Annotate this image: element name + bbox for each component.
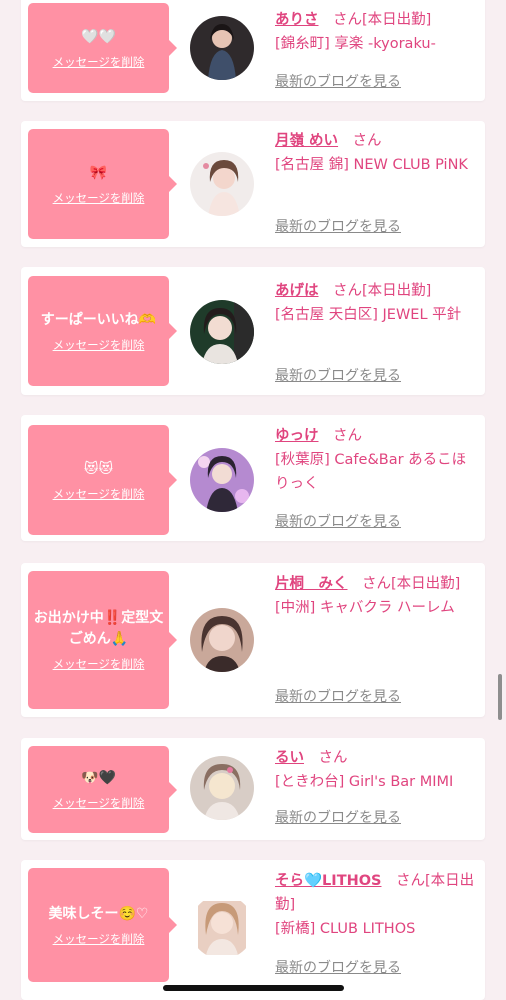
latest-blog-link[interactable]: 最新のブログを見る	[275, 512, 401, 532]
cast-info: ありさ さん[本日出勤] [錦糸町] 享楽 -kyoraku-	[275, 8, 479, 56]
avatar[interactable]	[190, 16, 254, 80]
shop-info: [新橋] CLUB LITHOS	[275, 921, 416, 937]
latest-blog-link[interactable]: 最新のブログを見る	[275, 808, 401, 828]
cast-status: さん[本日出勤]	[318, 12, 432, 28]
message-card: お出かけ中‼️定型文ごめん🙏 メッセージを削除 片桐 みく さん[本日出勤] […	[21, 563, 485, 717]
cast-status: さん	[304, 750, 348, 766]
shop-info: [錦糸町] 享楽 -kyoraku-	[275, 36, 436, 52]
cast-info: あげは さん[本日出勤] [名古屋 天白区] JEWEL 平針	[275, 279, 479, 327]
message-card: 🎀 メッセージを削除 月嶺 めい さん [名古屋 錦] NEW CLUB PiN…	[21, 121, 485, 247]
cast-name-link[interactable]: ありさ	[275, 12, 319, 28]
avatar[interactable]	[190, 608, 254, 672]
cast-name-link[interactable]: 片桐 みく	[275, 576, 348, 592]
message-bubble: 🎀 メッセージを削除	[28, 129, 177, 239]
shop-info: [名古屋 錦] NEW CLUB PiNK	[275, 157, 468, 173]
latest-blog-link[interactable]: 最新のブログを見る	[275, 366, 401, 386]
delete-message-link[interactable]: メッセージを削除	[53, 54, 145, 70]
message-text: すーぱーいいね🫶	[40, 311, 157, 328]
message-text: 🤍🤍	[81, 28, 116, 45]
cast-info: るい さん [ときわ台] Girl's Bar MIMI	[275, 746, 479, 794]
message-bubble: 美味しそー☺️♡ メッセージを削除	[28, 868, 177, 982]
cast-name-link[interactable]: あげは	[275, 283, 319, 299]
message-text: 美味しそー☺️♡	[48, 905, 149, 922]
scrollbar[interactable]	[498, 674, 502, 720]
cast-info: 片桐 みく さん[本日出勤] [中洲] キャバクラ ハーレム	[275, 572, 479, 620]
shop-info: [名古屋 天白区] JEWEL 平針	[275, 307, 462, 323]
latest-blog-link[interactable]: 最新のブログを見る	[275, 687, 401, 707]
cast-info: そら🩵LITHOS さん[本日出勤] [新橋] CLUB LITHOS	[275, 869, 479, 941]
delete-message-link[interactable]: メッセージを削除	[53, 931, 145, 947]
message-card: 😻😻 メッセージを削除 ゆっけ さん [秋葉原] Cafe&Bar あるこほりっ…	[21, 415, 485, 541]
avatar[interactable]	[190, 756, 254, 820]
shop-info: [秋葉原] Cafe&Bar あるこほりっく	[275, 452, 467, 492]
cast-status: さん	[338, 133, 382, 149]
message-bubble: 🐶🖤 メッセージを削除	[28, 746, 177, 833]
latest-blog-link[interactable]: 最新のブログを見る	[275, 217, 401, 237]
cast-name-link[interactable]: そら🩵LITHOS	[275, 873, 381, 889]
latest-blog-link[interactable]: 最新のブログを見る	[275, 72, 401, 92]
home-indicator	[163, 985, 344, 991]
shop-info: [中洲] キャバクラ ハーレム	[275, 600, 455, 616]
delete-message-link[interactable]: メッセージを削除	[53, 795, 145, 811]
avatar[interactable]	[190, 152, 254, 216]
cast-name-link[interactable]: ゆっけ	[275, 428, 319, 444]
shop-info: [ときわ台] Girl's Bar MIMI	[275, 774, 454, 790]
delete-message-link[interactable]: メッセージを削除	[53, 656, 145, 672]
message-text: お出かけ中‼️定型文ごめん🙏	[33, 610, 164, 647]
message-bubble: 😻😻 メッセージを削除	[28, 425, 177, 535]
delete-message-link[interactable]: メッセージを削除	[53, 190, 145, 206]
message-bubble: すーぱーいいね🫶 メッセージを削除	[28, 276, 177, 386]
message-card: 🤍🤍 メッセージを削除 ありさ さん[本日出勤] [錦糸町] 享楽 -kyora…	[21, 0, 485, 101]
cast-status: さん[本日出勤]	[318, 283, 432, 299]
cast-status: さん	[318, 428, 362, 444]
cast-status: さん[本日出勤]	[347, 576, 461, 592]
message-bubble: お出かけ中‼️定型文ごめん🙏 メッセージを削除	[28, 571, 177, 709]
avatar[interactable]	[190, 895, 254, 959]
message-card: 🐶🖤 メッセージを削除 るい さん [ときわ台] Girl's Bar MIMI…	[21, 738, 485, 840]
delete-message-link[interactable]: メッセージを削除	[53, 486, 145, 502]
cast-name-link[interactable]: るい	[275, 750, 304, 766]
message-bubble: 🤍🤍 メッセージを削除	[28, 3, 177, 93]
message-card: 美味しそー☺️♡ メッセージを削除 そら🩵LITHOS さん[本日出勤] [新橋…	[21, 860, 485, 1000]
latest-blog-link[interactable]: 最新のブログを見る	[275, 958, 401, 978]
cast-info: 月嶺 めい さん [名古屋 錦] NEW CLUB PiNK	[275, 129, 479, 177]
cast-info: ゆっけ さん [秋葉原] Cafe&Bar あるこほりっく	[275, 424, 479, 496]
message-text: 🎀	[89, 164, 108, 181]
cast-name-link[interactable]: 月嶺 めい	[275, 133, 338, 149]
avatar[interactable]	[190, 300, 254, 364]
message-text: 🐶🖤	[81, 770, 116, 786]
message-card: すーぱーいいね🫶 メッセージを削除 あげは さん[本日出勤] [名古屋 天白区]…	[21, 267, 485, 395]
avatar[interactable]	[190, 448, 254, 512]
delete-message-link[interactable]: メッセージを削除	[53, 337, 145, 353]
message-text: 😻😻	[83, 460, 114, 477]
